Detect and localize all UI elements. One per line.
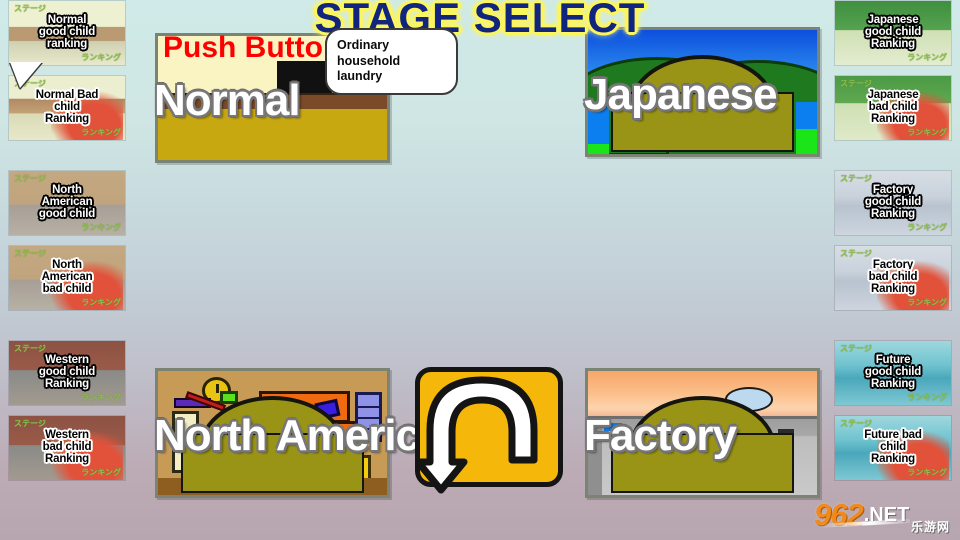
ranking-button-normal-good-child[interactable]: ステージ ランキング Normal good child ranking — [8, 0, 126, 66]
ranking-button-factory-bad-child[interactable]: ステージ ランキング Factory bad child Ranking — [834, 245, 952, 311]
label-line: bad child — [42, 282, 92, 295]
watermark: 962 .NET 乐游网 — [814, 494, 954, 536]
label-line: Ranking — [871, 282, 915, 295]
ranking-button-label: Future good child Ranking — [835, 341, 951, 405]
stage-tile-japanese[interactable]: Japanese — [584, 27, 820, 157]
ranking-button-label: Western bad child Ranking — [9, 416, 125, 480]
ranking-button-label: Factory bad child Ranking — [835, 246, 951, 310]
ranking-button-label: Normal good child ranking — [9, 1, 125, 65]
ranking-button-north-american-good-child[interactable]: ステージ ランキング North American good child — [8, 170, 126, 236]
watermark-subtitle: 乐游网 — [910, 520, 950, 534]
ranking-button-future-good-child[interactable]: ステージ ランキング Future good child Ranking — [834, 340, 952, 406]
watermark-swoosh-icon — [818, 519, 910, 528]
tooltip-ordinary-household-laundry: Ordinary household laundry — [325, 28, 458, 95]
ranking-button-factory-good-child[interactable]: ステージ ランキング Factory good child Ranking — [834, 170, 952, 236]
watermark-brand: 962 — [814, 497, 864, 532]
label-line: Ranking — [871, 112, 915, 125]
stage-scene-japanese — [588, 30, 817, 154]
ranking-button-western-bad-child[interactable]: ステージ ランキング Western bad child Ranking — [8, 415, 126, 481]
ranking-column-right-row3: ステージ ランキング Future good child Ranking ステー… — [834, 340, 952, 481]
label-line: Ranking — [45, 112, 89, 125]
label-line: Ranking — [45, 377, 89, 390]
label-line: Ranking — [871, 207, 915, 220]
tooltip-tail — [10, 62, 42, 88]
ranking-button-label: North American bad child — [9, 246, 125, 310]
ranking-button-japanese-good-child[interactable]: ランキング Japanese good child Ranking — [834, 0, 952, 66]
ranking-button-label: Future bad child Ranking — [835, 416, 951, 480]
watermark-tld: .NET — [863, 503, 910, 526]
back-button[interactable] — [415, 367, 563, 494]
label-line: Ranking — [871, 37, 915, 50]
label-line: Ranking — [871, 377, 915, 390]
ranking-column-left-row2: ステージ ランキング North American good child ステー… — [8, 170, 126, 311]
stage-panel — [610, 92, 795, 152]
ranking-column-right-row2: ステージ ランキング Factory good child Ranking ステ… — [834, 170, 952, 311]
ranking-button-future-bad-child[interactable]: ステージ ランキング Future bad child Ranking — [834, 415, 952, 481]
ranking-column-right-row1: ランキング Japanese good child Ranking ステージ ラ… — [834, 0, 952, 141]
ranking-button-label: North American good child — [9, 171, 125, 235]
ranking-button-western-good-child[interactable]: ステージ ランキング Western good child Ranking — [8, 340, 126, 406]
ranking-button-label: Western good child Ranking — [9, 341, 125, 405]
label-line: good child — [38, 207, 96, 220]
ranking-button-japanese-bad-child[interactable]: ステージ ランキング Japanese bad child Ranking — [834, 75, 952, 141]
ranking-button-north-american-bad-child[interactable]: ステージ ランキング North American bad child — [8, 245, 126, 311]
label-line: Ranking — [45, 452, 89, 465]
ranking-button-label: Japanese good child Ranking — [835, 1, 951, 65]
ranking-column-left-row3: ステージ ランキング Western good child Ranking ステ… — [8, 340, 126, 481]
ranking-button-label: Japanese bad child Ranking — [835, 76, 951, 140]
stage-row-1: ステージ ランキング Normal good child ranking ステー… — [0, 0, 960, 163]
ranking-button-label: Factory good child Ranking — [835, 171, 951, 235]
label-line: Ranking — [871, 452, 915, 465]
u-turn-arrow-icon — [416, 376, 538, 494]
stage-row-2: ステージ ランキング North American good child ステー… — [0, 170, 960, 498]
label-line: ranking — [46, 37, 88, 50]
